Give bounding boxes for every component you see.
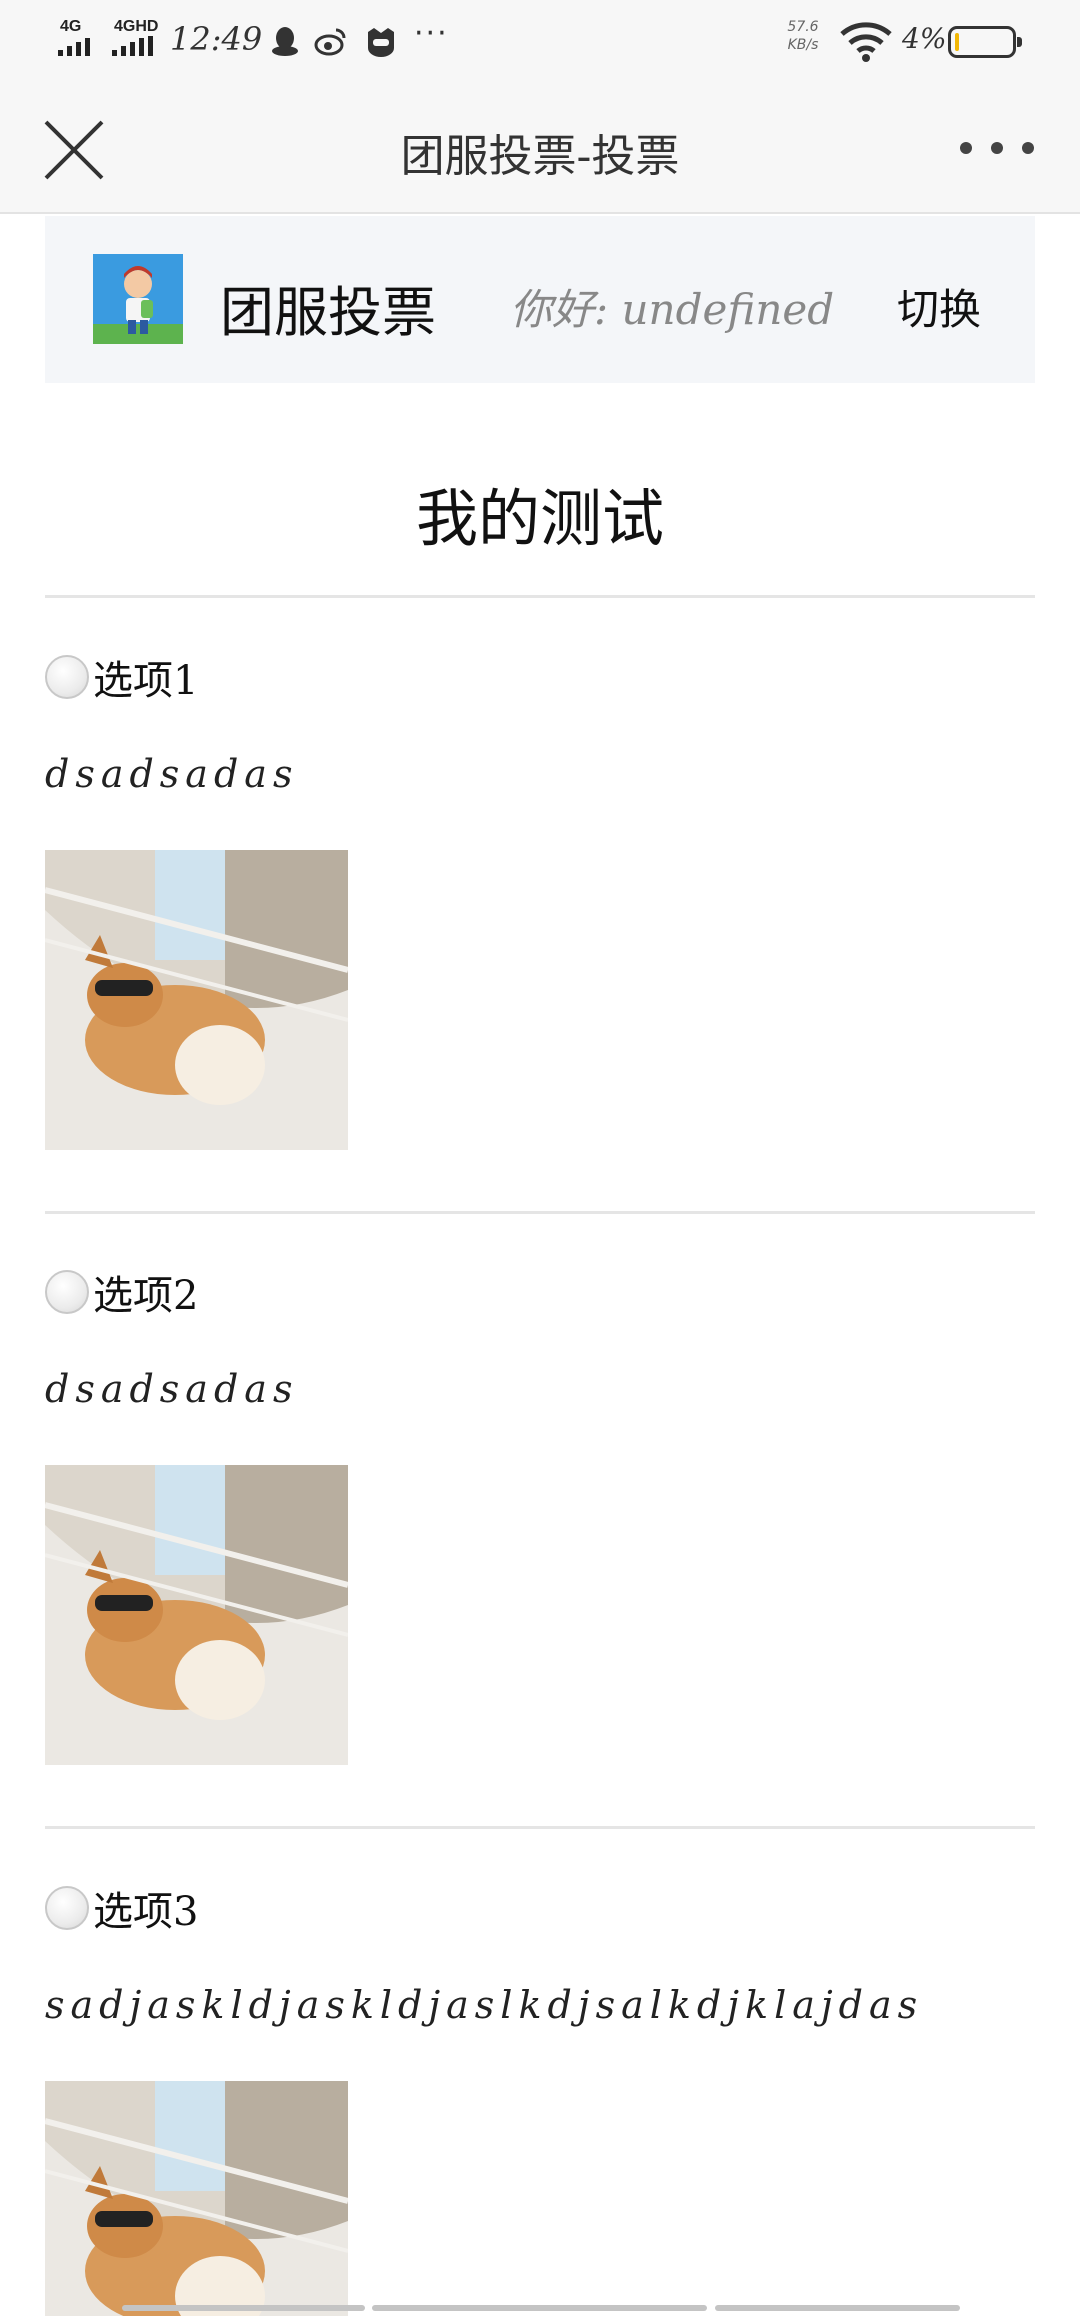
- divider: [45, 1826, 1035, 1829]
- divider: [45, 595, 1035, 598]
- network-speed: 57.6 KB/s: [780, 18, 826, 54]
- option-2-radio[interactable]: [45, 1270, 89, 1314]
- signal-bars-icon: [112, 36, 153, 56]
- option-3-radio-row[interactable]: 选项3: [45, 1883, 198, 1935]
- option-3-radio[interactable]: [45, 1886, 89, 1930]
- option-1-label: 选项1: [93, 658, 199, 704]
- option-3-description: sadjaskldjaskldjaslkdjsalkdjklajdas: [45, 1983, 924, 2027]
- option-2-image: [45, 1465, 348, 1765]
- avatar: [93, 254, 183, 344]
- more-notifications-icon: ···: [414, 16, 449, 51]
- signal-label-1: 4G: [60, 18, 82, 35]
- option-2-label: 选项2: [93, 1273, 199, 1319]
- scroll-indicator: [372, 2305, 707, 2311]
- option-1-radio-row[interactable]: 选项1: [45, 652, 198, 704]
- more-menu-icon[interactable]: [960, 142, 1034, 156]
- option-1-image: [45, 850, 348, 1150]
- network-speed-unit: KB/s: [787, 37, 819, 53]
- signal-bars-icon: [58, 36, 90, 56]
- option-3-label: 选项3: [93, 1889, 199, 1935]
- qq-icon: [272, 27, 298, 56]
- page-title: 我的测试: [415, 482, 664, 555]
- site-header: 团服投票 你好: undefined 切换: [45, 216, 1035, 383]
- scroll-indicator: [715, 2305, 960, 2311]
- app-icon: [368, 28, 394, 57]
- divider: [45, 1211, 1035, 1214]
- wifi-icon: [840, 22, 892, 62]
- scroll-indicator: [122, 2305, 365, 2311]
- status-time: 12:49: [170, 20, 263, 58]
- nav-title: 团服投票-投票: [400, 131, 680, 182]
- signal-label-2: 4GHD: [114, 18, 159, 35]
- option-3-image: [45, 2081, 348, 2316]
- option-2-radio-row[interactable]: 选项2: [45, 1267, 198, 1319]
- option-2-description: dsadsadas: [45, 1367, 299, 1411]
- user-greeting: 你好: undefined: [510, 285, 835, 334]
- switch-user-link[interactable]: 切换: [897, 276, 981, 337]
- battery-level-fill: [955, 33, 959, 51]
- network-speed-value: 57.6: [787, 19, 819, 35]
- battery-icon: [948, 26, 1022, 58]
- option-1-description: dsadsadas: [45, 752, 299, 796]
- nav-bar: 团服投票-投票: [0, 86, 1080, 214]
- close-icon[interactable]: [40, 116, 108, 184]
- option-1-radio[interactable]: [45, 655, 89, 699]
- site-name: 团服投票: [220, 281, 436, 344]
- status-bar: 4G 4GHD 12:49 ··· 57.6 KB/s 4%: [0, 0, 1080, 86]
- weibo-icon: [314, 28, 346, 56]
- battery-percent: 4%: [902, 22, 947, 55]
